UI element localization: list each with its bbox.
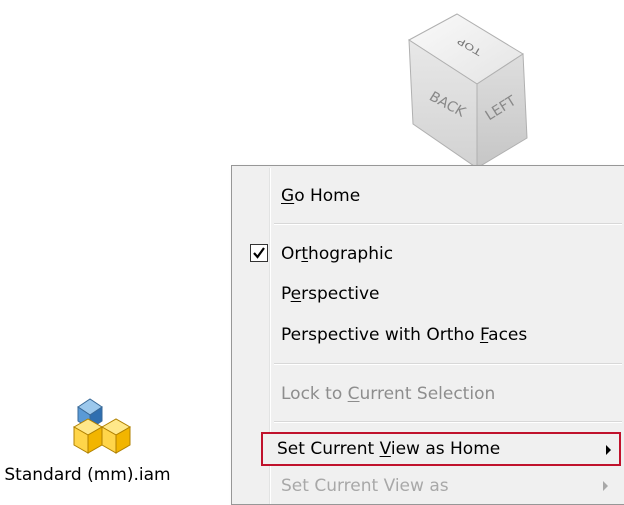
menu-item-lock-to-current-selection[interactable]: Lock to Current Selection <box>236 378 620 410</box>
inventor-assembly-icon <box>72 398 132 454</box>
menu-item-orthographic[interactable]: Orthographic <box>236 238 620 270</box>
checkmark-icon <box>250 244 268 262</box>
menu-item-label: Lock to Current Selection <box>281 384 496 404</box>
context-menu: Go Home Orthographic Perspective Perspec… <box>231 165 624 505</box>
menu-item-label: Perspective <box>281 284 380 304</box>
menu-item-label: Orthographic <box>281 244 394 264</box>
menu-item-go-home[interactable]: Go Home <box>236 180 620 212</box>
submenu-arrow-icon <box>603 481 608 491</box>
menu-item-label: Go Home <box>281 186 361 206</box>
menu-item-set-current-view-as[interactable]: Set Current View as <box>236 470 620 502</box>
menu-item-label: Perspective with Ortho Faces <box>281 325 528 345</box>
desktop-file[interactable]: Standard (mm).iam <box>0 385 175 495</box>
menu-item-perspective[interactable]: Perspective <box>236 278 620 310</box>
menu-separator <box>274 363 622 365</box>
menu-separator <box>274 421 622 423</box>
menu-item-set-current-view-as-home[interactable]: Set Current View as Home <box>261 432 621 466</box>
menu-item-label: Set Current View as <box>281 476 449 496</box>
file-name-label: Standard (mm).iam <box>4 465 171 485</box>
menu-item-perspective-ortho-faces[interactable]: Perspective with Ortho Faces <box>236 319 620 351</box>
menu-separator <box>274 223 622 225</box>
submenu-arrow-icon <box>606 445 611 455</box>
menu-item-label: Set Current View as Home <box>277 439 501 459</box>
view-cube[interactable]: TOP BACK LEFT <box>395 0 565 175</box>
